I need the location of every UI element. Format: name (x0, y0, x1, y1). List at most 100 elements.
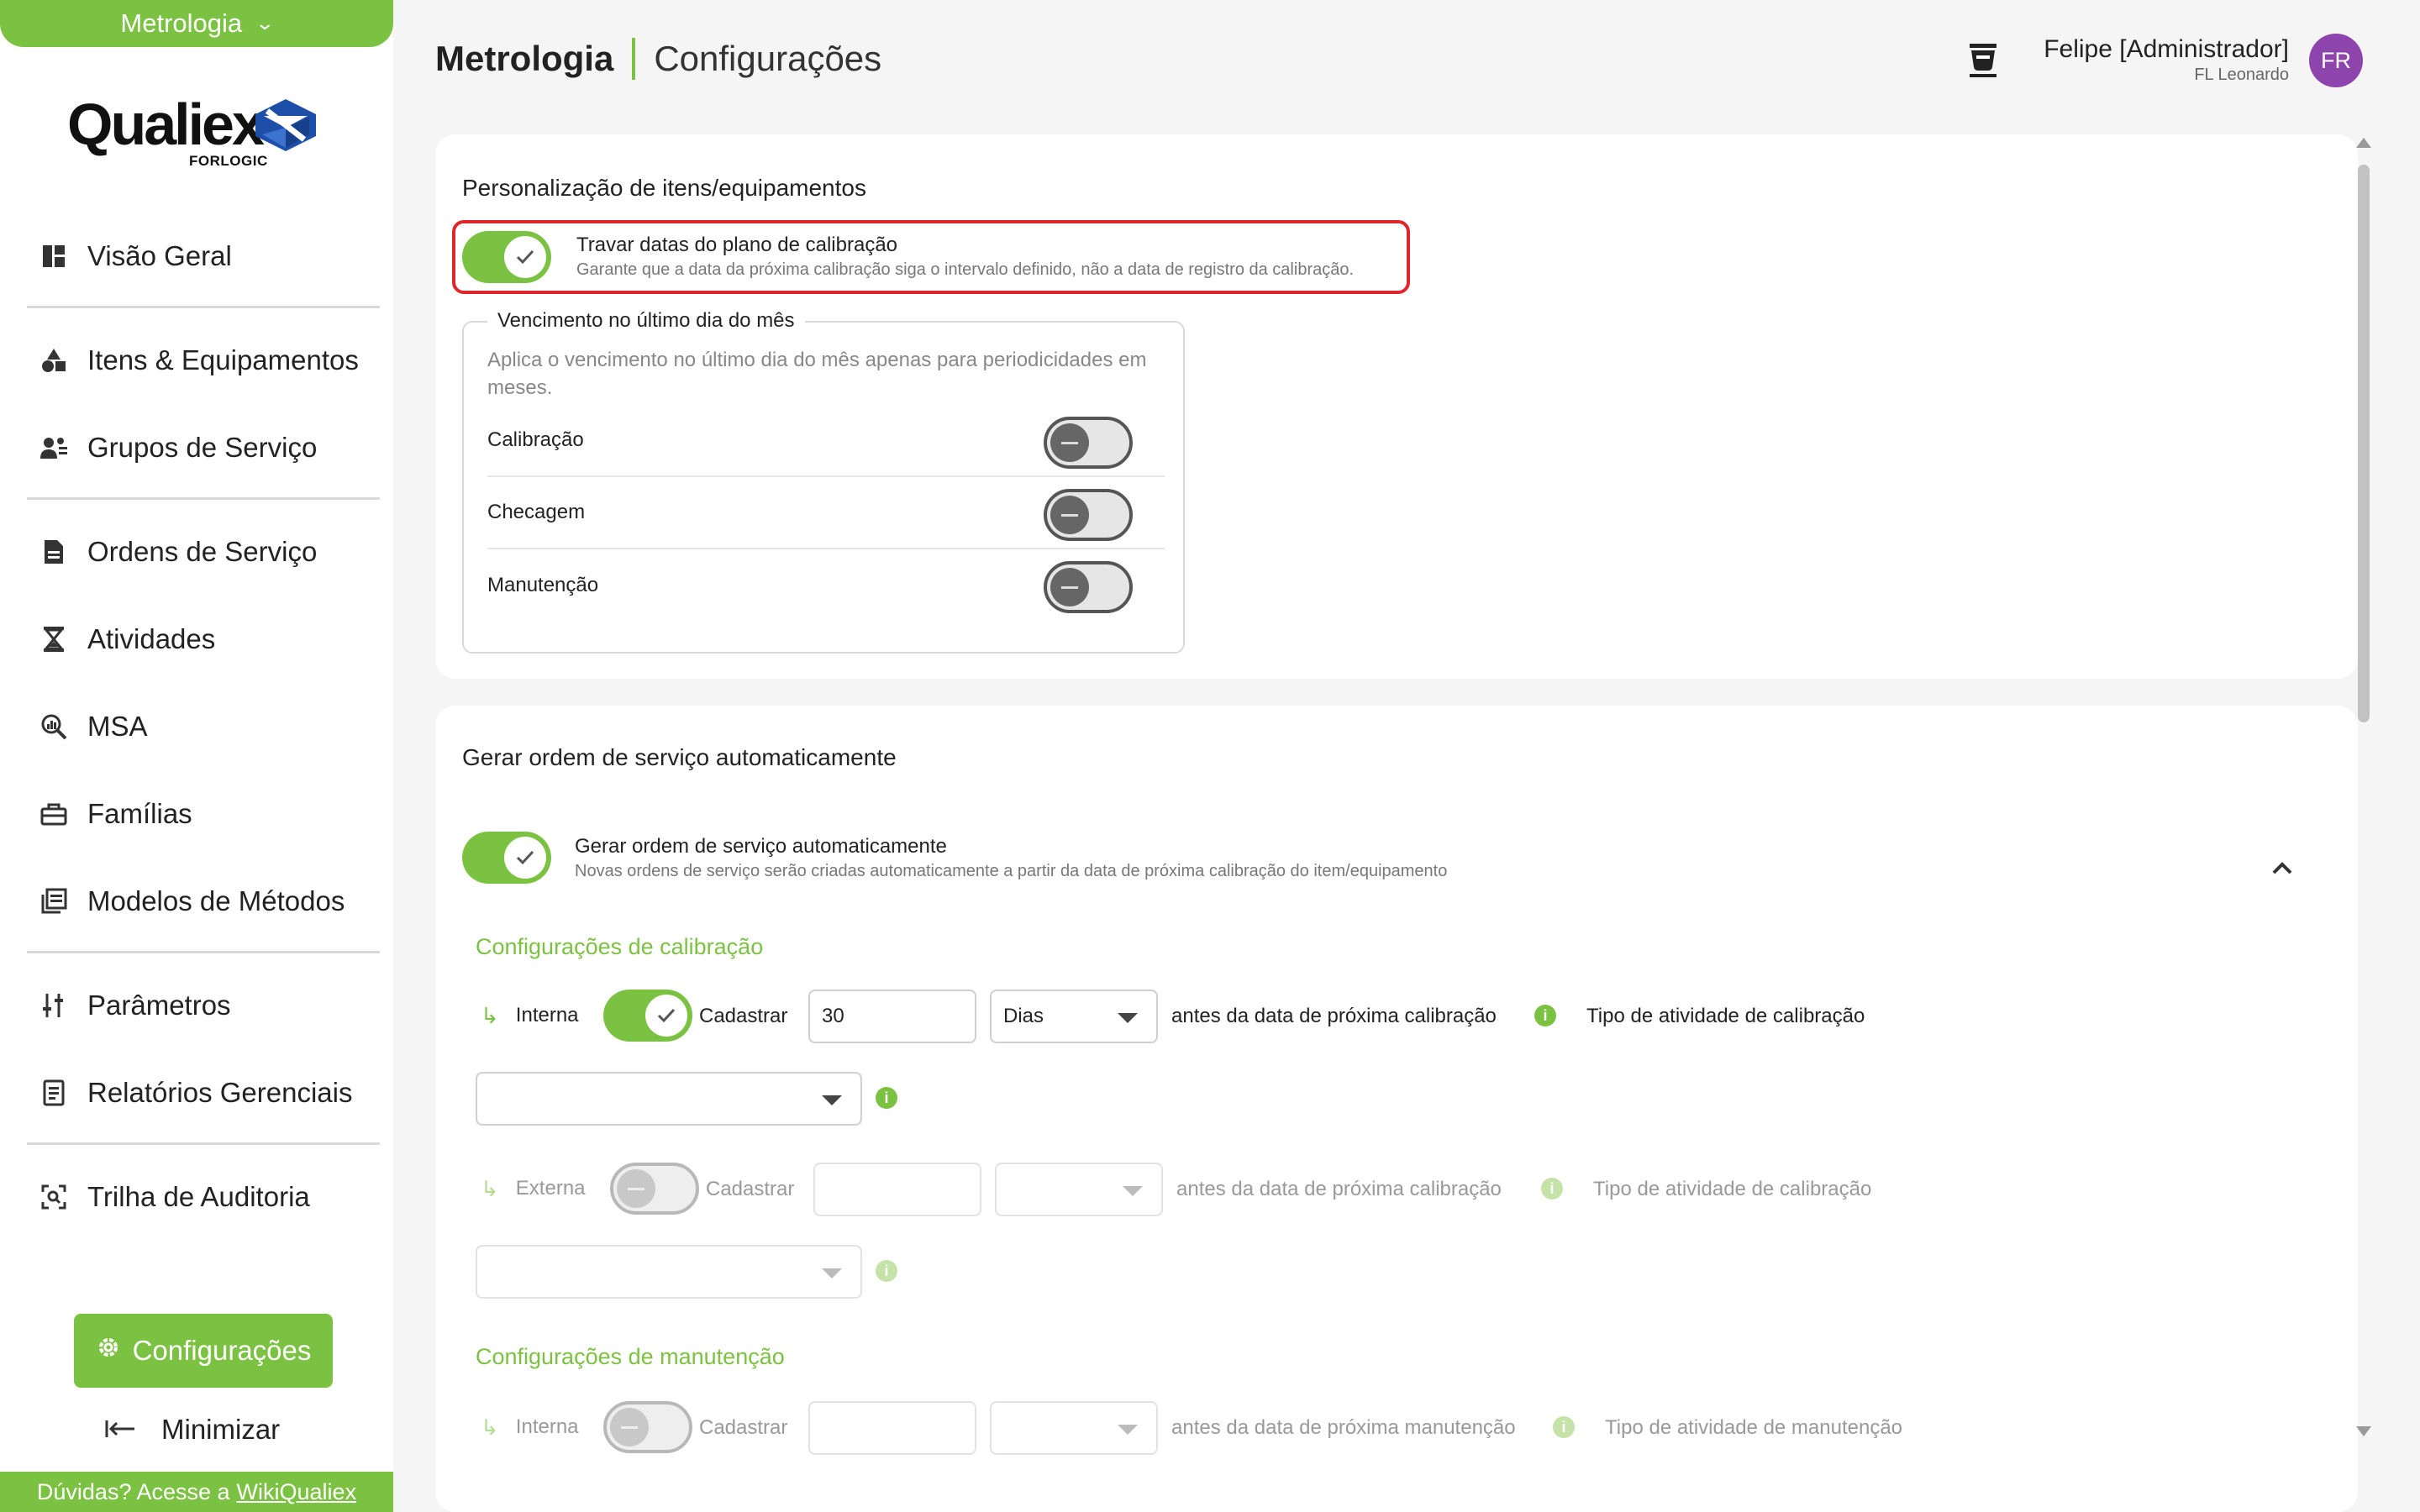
days-input[interactable] (813, 1163, 981, 1216)
coffee-cup-icon[interactable] (1966, 42, 2000, 79)
fieldset-legend: Vencimento no último dia do mês (487, 309, 805, 333)
info-icon[interactable]: i (1534, 1005, 1556, 1026)
app-switcher[interactable]: Metrologia ⌄ (0, 0, 393, 47)
manutencao-toggle[interactable] (1044, 561, 1133, 613)
subdirectory-arrow-icon: ↳ (481, 1002, 499, 1028)
page-title-app: Metrologia (435, 39, 614, 78)
cadastrar-label: Cadastrar (699, 1416, 788, 1439)
lock-dates-description: Garante que a data da próxima calibração… (576, 260, 1355, 279)
sidebar-item-label: Grupos de Serviço (87, 432, 318, 463)
activity-type-select[interactable] (476, 1072, 862, 1126)
sidebar-item-visao-geral[interactable]: Visão Geral (27, 227, 380, 286)
fieldset-description: Aplica o vencimento no último dia do mês… (487, 349, 1147, 399)
days-input[interactable]: 30 (808, 990, 976, 1043)
unit-select[interactable] (990, 1401, 1158, 1455)
divider (27, 306, 380, 308)
sidebar: Metrologia ⌄ Qualiex FORLOGIC Visão Gera… (0, 0, 393, 1512)
dashboard-icon (39, 241, 69, 271)
cadastrar-label: Cadastrar (699, 1005, 788, 1027)
externa-label: Externa (515, 1177, 586, 1200)
check-icon (645, 995, 687, 1037)
activity-type-select[interactable] (476, 1245, 862, 1299)
days-value: 30 (822, 1005, 844, 1027)
logo-mark-icon (255, 99, 316, 151)
sidebar-item-modelos-metodos[interactable]: Modelos de Métodos (27, 872, 380, 931)
calibracao-toggle[interactable] (1044, 417, 1133, 469)
calibration-interna-row: ↳ Interna (476, 988, 579, 1043)
page-title-section: Configurações (654, 39, 882, 78)
check-icon (504, 236, 546, 278)
caret-down-icon (1118, 1013, 1138, 1023)
gear-icon (96, 1335, 121, 1367)
sidebar-item-relatorios[interactable]: Relatórios Gerenciais (27, 1063, 380, 1122)
minus-icon (610, 1408, 649, 1446)
sidebar-item-atividades[interactable]: Atividades (27, 610, 380, 669)
calibration-interna-toggle[interactable] (603, 990, 692, 1042)
group-icon (39, 433, 69, 463)
sidebar-item-label: Modelos de Métodos (87, 885, 345, 916)
user-name[interactable]: Felipe [Administrador] (2044, 35, 2289, 64)
wiki-link[interactable]: WikiQualiex (237, 1479, 357, 1505)
scrollbar-thumb[interactable] (2358, 165, 2370, 722)
chevron-down-icon: ⌄ (255, 13, 276, 34)
sidebar-item-label: Visão Geral (87, 240, 232, 271)
minus-icon (1050, 496, 1089, 534)
activity-type-label: Tipo de atividade de calibração (1593, 1178, 1872, 1200)
before-text: antes da data de próxima manutenção (1171, 1416, 1516, 1439)
unit-select[interactable] (995, 1163, 1163, 1216)
info-icon[interactable]: i (876, 1260, 897, 1282)
minus-icon (1050, 423, 1089, 462)
sidebar-item-label: MSA (87, 711, 148, 742)
auto-order-description: Novas ordens de serviço serão criadas au… (575, 862, 1448, 880)
maintenance-interna-row: ↳ Interna (476, 1399, 579, 1455)
before-text: antes da data de próxima calibração (1171, 1005, 1497, 1027)
avatar[interactable]: FR (2309, 34, 2363, 87)
sidebar-item-parametros[interactable]: Parâmetros (27, 976, 380, 1035)
sidebar-item-trilha-auditoria[interactable]: Trilha de Auditoria (27, 1168, 380, 1226)
days-input[interactable] (808, 1401, 976, 1455)
maintenance-interna-toggle[interactable] (603, 1401, 692, 1453)
activity-type-label: Tipo de atividade de calibração (1586, 1005, 1865, 1027)
qualiex-logo: Qualiex FORLOGIC (67, 91, 328, 171)
auto-service-order-card: Gerar ordem de serviço automaticamente G… (435, 706, 2358, 1512)
sidebar-item-label: Itens & Equipamentos (87, 344, 359, 375)
scroll-down-arrow-icon[interactable] (2356, 1426, 2371, 1436)
minimize-button[interactable]: Minimizar (104, 1406, 280, 1453)
configuracoes-button[interactable]: Configurações (74, 1314, 333, 1388)
subdirectory-arrow-icon: ↳ (481, 1414, 499, 1440)
lock-dates-toggle[interactable] (462, 231, 551, 283)
sidebar-item-grupos-servico[interactable]: Grupos de Serviço (27, 418, 380, 477)
unit-select[interactable]: Dias (990, 990, 1158, 1043)
sidebar-item-itens-equipamentos[interactable]: Itens & Equipamentos (27, 331, 380, 390)
auto-order-toggle[interactable] (462, 832, 551, 884)
caret-down-icon (822, 1095, 842, 1105)
divider (27, 1142, 380, 1145)
checagem-toggle[interactable] (1044, 489, 1133, 541)
scroll-up-arrow-icon[interactable] (2356, 138, 2371, 148)
sidebar-item-label: Relatórios Gerenciais (87, 1077, 353, 1108)
logo-sub: FORLOGIC (189, 153, 268, 169)
calibration-externa-row: ↳ Externa (476, 1161, 586, 1216)
logo-brand: Qualiex (67, 92, 265, 157)
collapse-left-icon (104, 1414, 136, 1446)
info-icon[interactable]: i (1541, 1178, 1563, 1200)
divider (27, 497, 380, 500)
caret-down-icon (1123, 1186, 1143, 1196)
calibration-externa-toggle[interactable] (610, 1163, 699, 1215)
library-icon (39, 886, 69, 916)
sidebar-item-label: Atividades (87, 623, 216, 654)
info-icon[interactable]: i (1553, 1416, 1575, 1438)
caret-down-icon (822, 1268, 842, 1278)
chevron-up-icon[interactable] (2265, 852, 2299, 885)
sidebar-item-msa[interactable]: MSA (27, 697, 380, 756)
personalizacao-card: Personalização de itens/equipamentos Tra… (435, 134, 2358, 679)
app-switcher-label: Metrologia (120, 8, 243, 38)
document-icon (39, 537, 69, 567)
auto-order-label: Gerar ordem de serviço automaticamente (575, 835, 947, 858)
help-text: Dúvidas? Acesse a (36, 1478, 230, 1504)
sidebar-item-ordens-servico[interactable]: Ordens de Serviço (27, 522, 380, 581)
highlight-box (452, 220, 1410, 294)
interna-label: Interna (515, 1004, 579, 1026)
info-icon[interactable]: i (876, 1087, 897, 1109)
sidebar-item-familias[interactable]: Famílias (27, 785, 380, 843)
